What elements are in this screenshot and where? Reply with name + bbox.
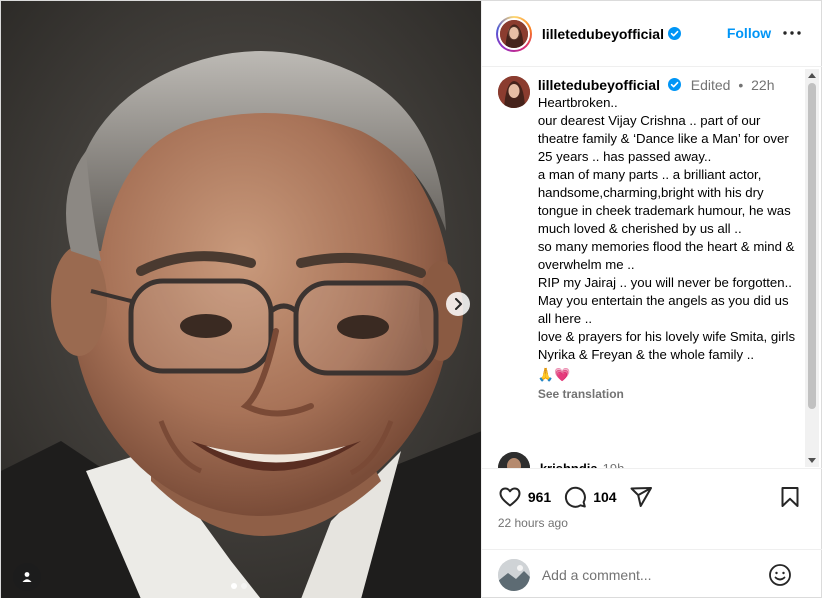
comments-scrollbar[interactable] [804, 69, 819, 467]
avatar-image [499, 19, 528, 48]
heart-icon[interactable] [498, 485, 522, 509]
verified-badge-icon [667, 27, 681, 40]
comment-input[interactable] [541, 566, 762, 583]
avatar-image [497, 452, 530, 468]
user-tag-icon [22, 572, 32, 582]
post-time-ago[interactable]: 22 hours ago [498, 516, 568, 530]
post-caption: lilletedubeyofficial Edited • 22h Heartb… [497, 76, 798, 401]
next-slide-button[interactable] [446, 292, 470, 316]
scroll-down-arrow[interactable] [807, 458, 816, 463]
current-user-avatar [497, 558, 530, 591]
carousel-dot [241, 583, 247, 589]
caption-edited-label: Edited [690, 77, 731, 93]
tagged-users-button[interactable] [13, 563, 41, 591]
post-actions: 961 104 22 hours ago [481, 468, 822, 548]
author-username[interactable]: lilletedubeyofficial [542, 26, 664, 42]
comments-list[interactable]: lilletedubeyofficial Edited • 22h Heartb… [482, 68, 822, 468]
caption-avatar[interactable] [497, 76, 530, 108]
commenter-avatar[interactable] [497, 452, 530, 468]
comment-icon[interactable] [563, 485, 587, 509]
comment-composer [481, 549, 822, 598]
scroll-up-arrow[interactable] [807, 73, 816, 78]
chevron-right-icon [455, 298, 462, 310]
share-icon[interactable] [629, 485, 653, 509]
post-sidebar: lilletedubeyofficial Follow lilletedubey… [480, 1, 822, 598]
scroll-thumb[interactable] [807, 83, 816, 409]
bookmark-icon[interactable] [778, 485, 802, 509]
emoji-icon[interactable] [768, 563, 792, 587]
comments-count[interactable]: 104 [593, 489, 616, 505]
caption-time[interactable]: 22h [751, 77, 774, 93]
caption-text: Heartbroken.. our dearest Vijay Crishna … [537, 95, 796, 362]
avatar-image [497, 558, 530, 591]
likes-count[interactable]: 961 [528, 489, 551, 505]
follow-button[interactable]: Follow [727, 25, 771, 41]
comment-time[interactable]: 19h [603, 461, 625, 469]
caption-separator: • [738, 77, 744, 93]
post-dialog: lilletedubeyofficial Follow lilletedubey… [0, 0, 822, 598]
carousel-dot-active [231, 583, 237, 589]
avatar-image [497, 76, 530, 108]
portrait-photo [1, 1, 481, 598]
post-header: lilletedubeyofficial Follow [481, 1, 822, 67]
more-options-button[interactable] [780, 23, 804, 43]
caption-emojis: 🙏💗 [537, 367, 571, 382]
comment-item: krishndia 19h [497, 452, 625, 469]
commenter-username[interactable]: krishndia [540, 461, 598, 469]
author-avatar[interactable] [495, 15, 532, 52]
more-icon [783, 31, 801, 35]
post-media [1, 1, 481, 598]
caption-username[interactable]: lilletedubeyofficial [538, 77, 660, 93]
carousel-indicator [231, 583, 247, 589]
see-translation-link[interactable]: See translation [538, 387, 798, 401]
verified-badge-icon [667, 78, 681, 91]
